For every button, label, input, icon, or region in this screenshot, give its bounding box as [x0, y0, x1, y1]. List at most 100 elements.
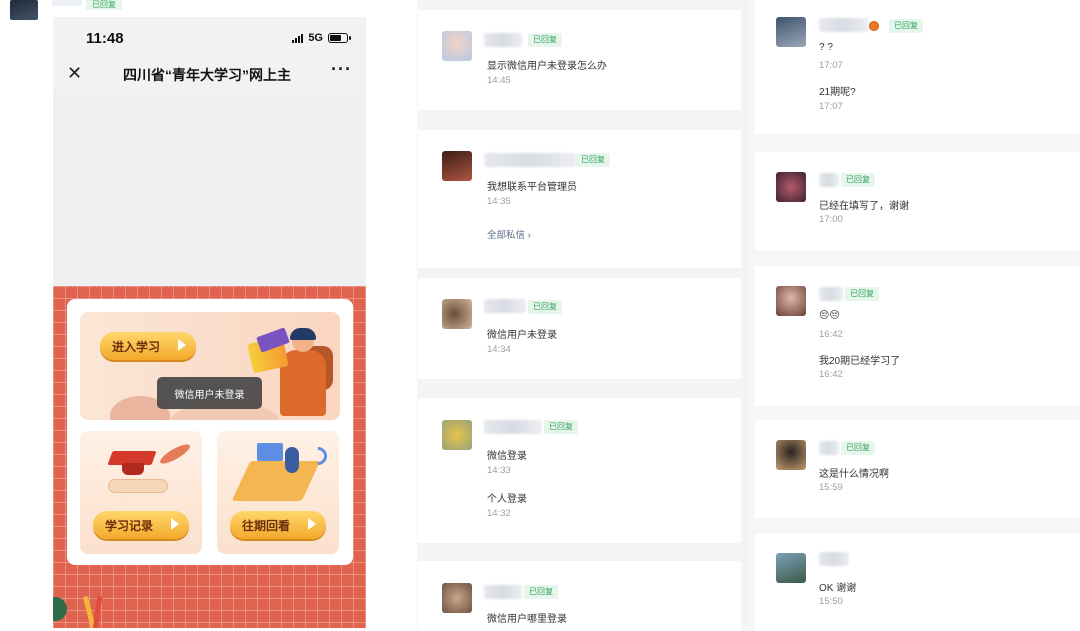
- message-time: 14:32: [487, 508, 511, 519]
- graduation-cap-icon: [107, 451, 157, 477]
- replied-tag: 已回复: [889, 19, 923, 33]
- replied-tag: 已回复: [841, 441, 875, 455]
- user-avatar[interactable]: [442, 31, 472, 61]
- message-text: 微信用户哪里登录: [487, 614, 567, 625]
- user-name-blurred: [819, 441, 839, 455]
- message-text: 21期呢?: [819, 87, 856, 98]
- user-name-blurred: [484, 585, 522, 599]
- message-time: 14:45: [487, 75, 511, 86]
- study-card: 进入学习 微信用户未登录 学习记录 往期回看: [67, 299, 353, 565]
- play-arrow-icon: [308, 518, 316, 530]
- message-text: OK 谢谢: [819, 583, 857, 594]
- message-text: 微信登录: [487, 451, 527, 462]
- enter-study-button[interactable]: 进入学习: [100, 332, 196, 360]
- user-avatar[interactable]: [442, 420, 472, 450]
- message-time: 14:35: [487, 196, 511, 207]
- message-time: 17:00: [819, 214, 843, 225]
- study-record-button[interactable]: 学习记录: [93, 511, 189, 539]
- message-time: 17:07: [819, 101, 843, 112]
- study-record-label: 学习记录: [105, 518, 154, 533]
- user-avatar[interactable]: [442, 151, 472, 181]
- message-column-right: 已回复 ? ? 17:07 21期呢? 17:07 已回复 已经在填写了，谢谢 …: [749, 0, 1080, 631]
- diploma-icon: [108, 479, 168, 493]
- message-time: 14:33: [487, 465, 511, 476]
- message-card[interactable]: 已回复 显示微信用户未登录怎么办 14:45: [418, 10, 741, 110]
- user-avatar[interactable]: [776, 172, 806, 202]
- user-name-blurred: [819, 552, 849, 566]
- feather-icon: [157, 441, 193, 467]
- replied-tag: 已回复: [544, 420, 578, 434]
- user-name-blurred: [819, 18, 869, 32]
- past-review-button[interactable]: 往期回看: [230, 511, 326, 539]
- play-arrow-icon: [171, 518, 179, 530]
- user-avatar[interactable]: [776, 553, 806, 583]
- close-icon[interactable]: ✕: [67, 63, 82, 84]
- message-card[interactable]: 已回复 我想联系平台管理员 14:35 全部私信 ›: [418, 130, 741, 268]
- status-indicators: 5G: [292, 32, 351, 44]
- column-divider: [409, 0, 417, 631]
- user-name-blurred: [819, 173, 839, 187]
- battery-icon: [328, 33, 351, 43]
- toast-message: 微信用户未登录: [157, 377, 262, 409]
- message-card[interactable]: 已回复 已经在填写了，谢谢 17:00: [755, 152, 1080, 250]
- user-avatar[interactable]: [442, 299, 472, 329]
- top-status-tag: 已回复: [86, 0, 122, 10]
- message-time: 14:34: [487, 344, 511, 355]
- message-card[interactable]: 已回复 微信登录 14:33 个人登录 14:32: [418, 398, 741, 543]
- message-card[interactable]: 已回复 😔😔 16:42 我20期已经学习了 16:42: [755, 266, 1080, 406]
- replied-tag: 已回复: [845, 287, 879, 301]
- replied-tag: 已回复: [841, 173, 875, 187]
- past-review-tile[interactable]: 往期回看: [217, 431, 339, 554]
- more-icon[interactable]: ···: [331, 59, 352, 80]
- pencil-icon: [73, 590, 113, 628]
- message-text: 😔😔: [819, 310, 840, 321]
- message-text: 个人登录: [487, 494, 527, 505]
- message-text: 这是什么情况啊: [819, 469, 889, 480]
- message-text: 微信用户未登录: [487, 330, 557, 341]
- user-avatar[interactable]: [776, 286, 806, 316]
- message-card[interactable]: 已回复 微信用户未登录 14:34: [418, 278, 741, 379]
- message-time: 17:07: [819, 60, 843, 71]
- status-time: 11:48: [86, 30, 124, 47]
- message-text: 我想联系平台管理员: [487, 182, 577, 193]
- network-label: 5G: [308, 32, 323, 44]
- replied-tag: 已回复: [524, 585, 558, 599]
- past-review-label: 往期回看: [242, 518, 291, 533]
- message-text: 已经在填写了，谢谢: [819, 201, 909, 212]
- user-avatar[interactable]: [776, 440, 806, 470]
- user-avatar[interactable]: [442, 583, 472, 613]
- all-messages-link[interactable]: 全部私信 ›: [487, 227, 531, 241]
- message-card[interactable]: 已回复 这是什么情况啊 15:59: [755, 420, 1080, 518]
- message-card[interactable]: 已回复 ? ? 17:07 21期呢? 17:07: [755, 0, 1080, 134]
- user-name-blurred: [819, 287, 843, 301]
- emoji-icon: [869, 21, 879, 31]
- user-name-blurred: [484, 153, 576, 167]
- study-record-tile[interactable]: 学习记录: [80, 431, 202, 554]
- user-name-blurred: [484, 420, 542, 434]
- message-time: 16:42: [819, 329, 843, 340]
- message-card[interactable]: 已回复 微信用户哪里登录: [418, 561, 741, 631]
- phone-screenshot: 11:48 5G ✕ 四川省“青年大学习”网上主 ··· 进入学习 微信用户未登…: [53, 17, 366, 628]
- replied-tag: 已回复: [576, 153, 610, 167]
- top-avatar: [10, 0, 38, 20]
- user-name-blurred: [484, 33, 522, 47]
- monitor-icon: [257, 443, 283, 461]
- user-avatar[interactable]: [776, 17, 806, 47]
- message-text: 显示微信用户未登录怎么办: [487, 61, 607, 72]
- signal-icon: [292, 33, 304, 43]
- person-illustration: [285, 447, 299, 473]
- status-bar: 11:48 5G: [53, 17, 366, 57]
- page-title: 四川省“青年大学习”网上主: [123, 67, 291, 83]
- message-text: ? ?: [819, 42, 833, 53]
- top-name-blur: [52, 0, 82, 6]
- message-time: 15:59: [819, 482, 843, 493]
- enter-study-label: 进入学习: [112, 339, 161, 354]
- replied-tag: 已回复: [528, 300, 562, 314]
- user-name-blurred: [484, 299, 526, 313]
- message-time: 15:50: [819, 596, 843, 607]
- message-card[interactable]: OK 谢谢 15:50: [755, 534, 1080, 631]
- nav-bar: ✕ 四川省“青年大学习”网上主 ···: [53, 57, 366, 91]
- desk-illustration: [231, 461, 321, 501]
- student-illustration: [247, 327, 333, 418]
- message-time: 16:42: [819, 369, 843, 380]
